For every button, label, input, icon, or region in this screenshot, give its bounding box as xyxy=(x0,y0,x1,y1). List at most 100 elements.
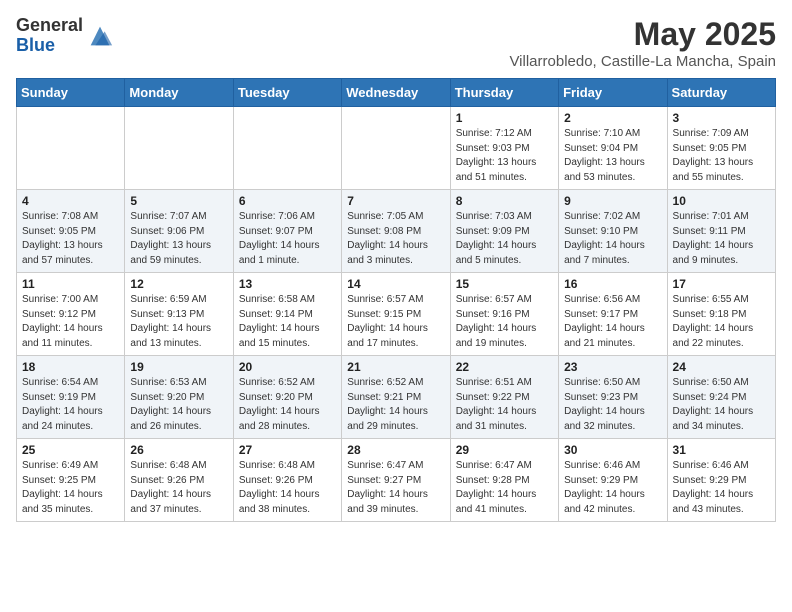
page-header: General Blue May 2025 Villarrobledo, Cas… xyxy=(16,16,776,70)
calendar-cell: 24Sunrise: 6:50 AMSunset: 9:24 PMDayligh… xyxy=(667,356,775,439)
day-number: 10 xyxy=(673,194,770,208)
day-number: 6 xyxy=(239,194,336,208)
calendar-cell: 7 Sunrise: 7:05 AMSunset: 9:08 PMDaylight… xyxy=(342,190,450,273)
day-number: 25 xyxy=(22,443,119,457)
day-number: 26 xyxy=(130,443,227,457)
calendar-cell xyxy=(342,107,450,190)
day-number: 31 xyxy=(673,443,770,457)
title-block: May 2025 Villarrobledo, Castille-La Manc… xyxy=(509,16,776,70)
day-info: Sunrise: 7:06 AMSunset: 9:07 PMDaylight:… xyxy=(239,210,336,268)
calendar-cell: 26 Sunrise: 6:48 AMSunset: 9:26 PMDayligh… xyxy=(125,439,233,522)
day-number: 4 xyxy=(22,194,119,208)
calendar-cell: 28 Sunrise: 6:47 AMSunset: 9:27 PMDayligh… xyxy=(342,439,450,522)
calendar-cell: 19 Sunrise: 6:53 AMSunset: 9:20 PMDayligh… xyxy=(125,356,233,439)
logo: General Blue xyxy=(16,16,114,56)
calendar-cell: 29 Sunrise: 6:47 AMSunset: 9:28 PMDayligh… xyxy=(450,439,558,522)
day-number: 8 xyxy=(456,194,553,208)
day-info: Sunrise: 7:01 AMSunset: 9:11 PMDaylight:… xyxy=(673,210,770,268)
calendar-title: May 2025 xyxy=(509,16,776,53)
day-info: Sunrise: 6:46 AMSunset: 9:29 PMDaylight:… xyxy=(564,459,661,517)
weekday-header-thursday: Thursday xyxy=(450,79,558,107)
calendar-cell: 8 Sunrise: 7:03 AMSunset: 9:09 PMDaylight… xyxy=(450,190,558,273)
day-info: Sunrise: 6:48 AMSunset: 9:26 PMDaylight:… xyxy=(130,459,227,517)
day-info: Sunrise: 6:57 AMSunset: 9:15 PMDaylight:… xyxy=(347,293,444,351)
day-number: 21 xyxy=(347,360,444,374)
day-info: Sunrise: 6:50 AMSunset: 9:24 PMDaylight:… xyxy=(673,376,770,434)
day-info: Sunrise: 6:49 AMSunset: 9:25 PMDaylight:… xyxy=(22,459,119,517)
day-number: 15 xyxy=(456,277,553,291)
day-info: Sunrise: 6:48 AMSunset: 9:26 PMDaylight:… xyxy=(239,459,336,517)
day-info: Sunrise: 7:05 AMSunset: 9:08 PMDaylight:… xyxy=(347,210,444,268)
day-number: 9 xyxy=(564,194,661,208)
day-number: 11 xyxy=(22,277,119,291)
calendar-cell: 4 Sunrise: 7:08 AMSunset: 9:05 PMDaylight… xyxy=(17,190,125,273)
day-info: Sunrise: 6:52 AMSunset: 9:21 PMDaylight:… xyxy=(347,376,444,434)
calendar-cell: 12 Sunrise: 6:59 AMSunset: 9:13 PMDayligh… xyxy=(125,273,233,356)
calendar-week-2: 4 Sunrise: 7:08 AMSunset: 9:05 PMDaylight… xyxy=(17,190,776,273)
day-info: Sunrise: 6:52 AMSunset: 9:20 PMDaylight:… xyxy=(239,376,336,434)
calendar-cell: 13 Sunrise: 6:58 AMSunset: 9:14 PMDayligh… xyxy=(233,273,341,356)
calendar-week-1: 1 Sunrise: 7:12 AMSunset: 9:03 PMDaylight… xyxy=(17,107,776,190)
calendar-cell: 20 Sunrise: 6:52 AMSunset: 9:20 PMDayligh… xyxy=(233,356,341,439)
day-number: 7 xyxy=(347,194,444,208)
day-number: 27 xyxy=(239,443,336,457)
day-info: Sunrise: 6:57 AMSunset: 9:16 PMDaylight:… xyxy=(456,293,553,351)
weekday-header-saturday: Saturday xyxy=(667,79,775,107)
calendar-cell: 21 Sunrise: 6:52 AMSunset: 9:21 PMDayligh… xyxy=(342,356,450,439)
calendar-cell: 18 Sunrise: 6:54 AMSunset: 9:19 PMDayligh… xyxy=(17,356,125,439)
day-info: Sunrise: 7:02 AMSunset: 9:10 PMDaylight:… xyxy=(564,210,661,268)
day-number: 5 xyxy=(130,194,227,208)
day-info: Sunrise: 6:53 AMSunset: 9:20 PMDaylight:… xyxy=(130,376,227,434)
calendar-cell: 10 Sunrise: 7:01 AMSunset: 9:11 PMDayligh… xyxy=(667,190,775,273)
day-info: Sunrise: 6:56 AMSunset: 9:17 PMDaylight:… xyxy=(564,293,661,351)
logo-icon xyxy=(86,22,114,50)
calendar-cell: 1 Sunrise: 7:12 AMSunset: 9:03 PMDaylight… xyxy=(450,107,558,190)
calendar-cell: 2Sunrise: 7:10 AMSunset: 9:04 PMDaylight… xyxy=(559,107,667,190)
day-number: 2 xyxy=(564,111,661,125)
weekday-header-tuesday: Tuesday xyxy=(233,79,341,107)
day-number: 28 xyxy=(347,443,444,457)
day-info: Sunrise: 6:46 AMSunset: 9:29 PMDaylight:… xyxy=(673,459,770,517)
day-info: Sunrise: 7:08 AMSunset: 9:05 PMDaylight:… xyxy=(22,210,119,268)
day-info: Sunrise: 7:03 AMSunset: 9:09 PMDaylight:… xyxy=(456,210,553,268)
day-info: Sunrise: 6:54 AMSunset: 9:19 PMDaylight:… xyxy=(22,376,119,434)
day-info: Sunrise: 6:58 AMSunset: 9:14 PMDaylight:… xyxy=(239,293,336,351)
day-info: Sunrise: 7:09 AMSunset: 9:05 PMDaylight:… xyxy=(673,127,770,185)
day-info: Sunrise: 6:55 AMSunset: 9:18 PMDaylight:… xyxy=(673,293,770,351)
weekday-header-sunday: Sunday xyxy=(17,79,125,107)
day-number: 29 xyxy=(456,443,553,457)
day-number: 12 xyxy=(130,277,227,291)
day-number: 13 xyxy=(239,277,336,291)
day-info: Sunrise: 6:51 AMSunset: 9:22 PMDaylight:… xyxy=(456,376,553,434)
day-number: 16 xyxy=(564,277,661,291)
day-info: Sunrise: 6:59 AMSunset: 9:13 PMDaylight:… xyxy=(130,293,227,351)
day-number: 1 xyxy=(456,111,553,125)
calendar-cell: 17Sunrise: 6:55 AMSunset: 9:18 PMDayligh… xyxy=(667,273,775,356)
day-info: Sunrise: 6:47 AMSunset: 9:27 PMDaylight:… xyxy=(347,459,444,517)
day-info: Sunrise: 7:00 AMSunset: 9:12 PMDaylight:… xyxy=(22,293,119,351)
calendar-cell: 27 Sunrise: 6:48 AMSunset: 9:26 PMDayligh… xyxy=(233,439,341,522)
calendar-table: SundayMondayTuesdayWednesdayThursdayFrid… xyxy=(16,78,776,522)
calendar-cell: 14Sunrise: 6:57 AMSunset: 9:15 PMDayligh… xyxy=(342,273,450,356)
day-number: 22 xyxy=(456,360,553,374)
calendar-cell: 16 Sunrise: 6:56 AMSunset: 9:17 PMDayligh… xyxy=(559,273,667,356)
calendar-cell: 25 Sunrise: 6:49 AMSunset: 9:25 PMDayligh… xyxy=(17,439,125,522)
logo-blue: Blue xyxy=(16,35,55,55)
calendar-cell: 9 Sunrise: 7:02 AMSunset: 9:10 PMDaylight… xyxy=(559,190,667,273)
calendar-cell xyxy=(17,107,125,190)
calendar-cell xyxy=(233,107,341,190)
calendar-cell: 31 Sunrise: 6:46 AMSunset: 9:29 PMDayligh… xyxy=(667,439,775,522)
calendar-cell: 5Sunrise: 7:07 AMSunset: 9:06 PMDaylight… xyxy=(125,190,233,273)
day-number: 18 xyxy=(22,360,119,374)
calendar-cell: 3Sunrise: 7:09 AMSunset: 9:05 PMDaylight… xyxy=(667,107,775,190)
day-number: 20 xyxy=(239,360,336,374)
day-number: 19 xyxy=(130,360,227,374)
calendar-week-3: 11 Sunrise: 7:00 AMSunset: 9:12 PMDayligh… xyxy=(17,273,776,356)
day-info: Sunrise: 7:12 AMSunset: 9:03 PMDaylight:… xyxy=(456,127,553,185)
calendar-week-4: 18 Sunrise: 6:54 AMSunset: 9:19 PMDayligh… xyxy=(17,356,776,439)
calendar-cell: 30 Sunrise: 6:46 AMSunset: 9:29 PMDayligh… xyxy=(559,439,667,522)
day-info: Sunrise: 6:47 AMSunset: 9:28 PMDaylight:… xyxy=(456,459,553,517)
calendar-cell: 11 Sunrise: 7:00 AMSunset: 9:12 PMDayligh… xyxy=(17,273,125,356)
calendar-cell: 6 Sunrise: 7:06 AMSunset: 9:07 PMDaylight… xyxy=(233,190,341,273)
day-number: 30 xyxy=(564,443,661,457)
